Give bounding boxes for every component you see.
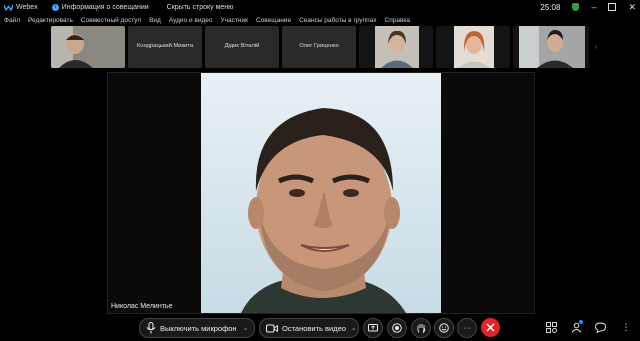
hide-menu-label: Скрыть строку меню — [166, 3, 234, 11]
menu-participant[interactable]: Участник — [221, 17, 248, 24]
menu-bar: Файл Редактировать Совместный доступ Вид… — [0, 14, 640, 26]
participant-tile[interactable]: Олег Гриценко — [282, 26, 356, 68]
more-options-button[interactable]: ··· — [457, 318, 477, 338]
record-button[interactable] — [387, 318, 407, 338]
close-icon — [486, 323, 495, 332]
more-vertical-icon: ⋮ — [621, 321, 631, 332]
speaker-name-label: Николас Мелинтье — [111, 303, 173, 310]
apps-button[interactable] — [545, 321, 557, 333]
participant-name: Дідик Віталій — [224, 43, 260, 49]
participant-video-tile[interactable] — [513, 26, 589, 68]
end-call-button[interactable] — [481, 318, 500, 337]
menu-view[interactable]: Вид — [149, 17, 161, 24]
scroll-right-button[interactable]: › — [591, 26, 601, 68]
share-screen-icon — [368, 323, 378, 331]
mute-label: Выключить микрофон — [160, 323, 237, 333]
main-stage: Николас Мелинтье — [107, 72, 535, 314]
microphone-icon — [146, 322, 156, 334]
info-icon: i — [51, 3, 59, 11]
video-label: Остановить видео — [282, 323, 346, 333]
participants-button[interactable] — [570, 320, 583, 333]
participant-video-tile[interactable] — [436, 26, 510, 68]
menu-audio-video[interactable]: Аудио и видео — [169, 17, 213, 24]
window-controls: 25:08 – ✕ — [540, 0, 636, 14]
participant-video — [513, 26, 589, 68]
camera-icon — [266, 324, 278, 332]
chevron-down-icon[interactable]: ⌄ — [243, 324, 249, 332]
shield-icon — [572, 3, 580, 11]
hand-icon — [416, 324, 425, 333]
record-icon — [392, 323, 402, 333]
app-logo: Webex — [4, 4, 38, 11]
speaker-video-frame — [201, 73, 441, 313]
menu-meeting[interactable]: Совещание — [256, 17, 291, 24]
apps-icon — [545, 321, 557, 333]
participant-name: Кондрацький Микита — [136, 43, 194, 49]
menu-help[interactable]: Справка — [385, 17, 411, 24]
meeting-controls: Выключить микрофон ⌄ Остановить видео ⌄ — [0, 314, 640, 341]
menu-file[interactable]: Файл — [4, 17, 20, 24]
reactions-button[interactable] — [434, 318, 454, 338]
menu-breakout[interactable]: Сеансы работы в группах — [299, 17, 376, 24]
maximize-button[interactable] — [608, 3, 617, 11]
webex-icon — [4, 4, 13, 11]
hide-menu-bar-button[interactable]: Скрыть строку меню — [167, 4, 234, 11]
participant-name: Олег Гриценко — [299, 43, 339, 49]
participant-strip: Кондрацький Микита Дідик Віталій Олег Гр… — [0, 26, 640, 70]
meeting-info-button[interactable]: i Информация о совещании — [51, 3, 149, 11]
raise-hand-button[interactable] — [411, 318, 431, 338]
menu-share[interactable]: Совместный доступ — [81, 17, 141, 24]
participant-tile[interactable]: Дідик Віталій — [205, 26, 279, 68]
share-button[interactable] — [363, 318, 383, 338]
participant-video-tile[interactable] — [359, 26, 433, 68]
participant-video — [359, 26, 433, 68]
close-window-button[interactable]: ✕ — [628, 2, 636, 13]
app-name: Webex — [16, 3, 38, 11]
participant-video-tile[interactable] — [51, 26, 125, 68]
chevron-down-icon[interactable]: ⌄ — [351, 324, 357, 332]
notification-dot — [579, 320, 583, 324]
participant-tile[interactable]: Кондрацький Микита — [128, 26, 202, 68]
smiley-icon — [439, 323, 449, 333]
mute-button[interactable]: Выключить микрофон ⌄ — [139, 318, 255, 338]
participant-video — [51, 26, 125, 68]
menu-edit[interactable]: Редактировать — [28, 17, 73, 24]
active-speaker-video — [201, 73, 441, 313]
chat-button[interactable] — [594, 321, 606, 333]
chat-icon — [594, 322, 606, 333]
more-panels-button[interactable]: ⋮ — [620, 321, 632, 333]
participant-video — [436, 26, 510, 68]
minimize-button[interactable]: – — [591, 2, 596, 12]
meeting-clock: 25:08 — [540, 2, 561, 12]
meeting-info-label: Информация о совещании — [61, 3, 149, 11]
more-icon: ··· — [463, 324, 471, 332]
title-bar: Webex i Информация о совещании Скрыть ст… — [0, 0, 640, 14]
stop-video-button[interactable]: Остановить видео ⌄ — [259, 318, 359, 338]
